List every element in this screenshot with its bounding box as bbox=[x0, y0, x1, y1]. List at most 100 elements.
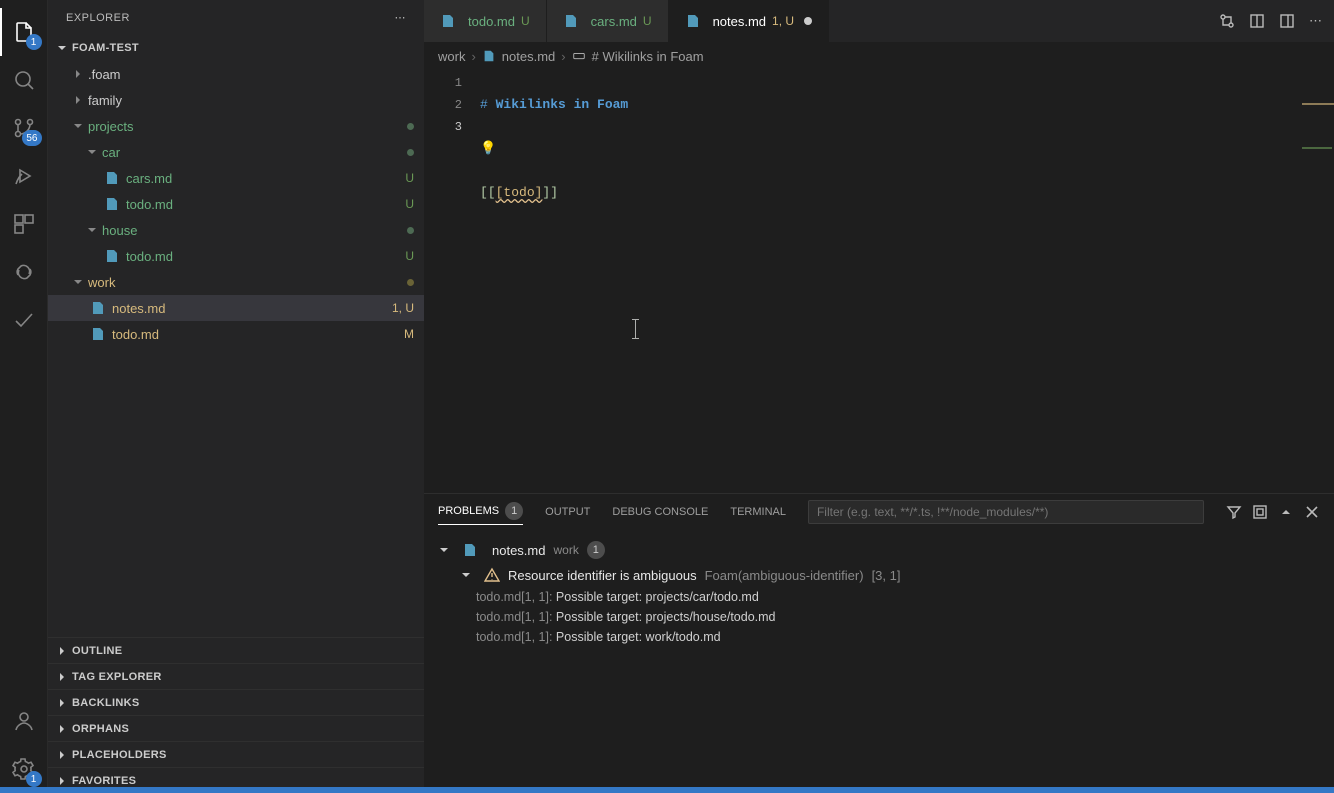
tab-todo[interactable]: todo.md U bbox=[424, 0, 547, 42]
collapse-icon[interactable] bbox=[1252, 504, 1268, 520]
markdown-icon bbox=[104, 248, 120, 264]
md-heading-hash: # bbox=[480, 97, 488, 112]
related-msg: Possible target: projects/car/todo.md bbox=[556, 590, 759, 604]
related-prefix: todo.md[1, 1]: bbox=[476, 630, 556, 644]
search-icon bbox=[12, 68, 36, 92]
section-tag-explorer[interactable]: TAG EXPLORER bbox=[48, 663, 424, 689]
section-backlinks[interactable]: BACKLINKS bbox=[48, 689, 424, 715]
file-work-todo[interactable]: todo.md M bbox=[48, 321, 424, 347]
folder-car[interactable]: car bbox=[48, 139, 424, 165]
folder-label: house bbox=[102, 223, 407, 238]
section-orphans[interactable]: ORPHANS bbox=[48, 715, 424, 741]
chevron-right-icon bbox=[70, 66, 86, 82]
badge: 56 bbox=[22, 130, 41, 146]
folder-foam[interactable]: .foam bbox=[48, 61, 424, 87]
chevron-right-icon: › bbox=[471, 49, 475, 64]
activity-account[interactable] bbox=[0, 697, 48, 745]
preview-icon[interactable] bbox=[1249, 13, 1265, 29]
problem-file-row[interactable]: notes.md work 1 bbox=[436, 537, 1322, 563]
breadcrumb-folder[interactable]: work bbox=[438, 49, 465, 64]
line-number: 1 bbox=[424, 72, 480, 94]
panel-tab-debug[interactable]: DEBUG CONSOLE bbox=[612, 506, 708, 518]
markdown-icon bbox=[685, 13, 701, 29]
section-label: OUTLINE bbox=[72, 645, 122, 657]
breadcrumb-file[interactable]: notes.md bbox=[502, 49, 555, 64]
filter-icon[interactable] bbox=[1226, 504, 1242, 520]
status-dot bbox=[407, 279, 414, 286]
chevron-up-icon[interactable] bbox=[1278, 504, 1294, 520]
tab-label: cars.md bbox=[591, 14, 637, 29]
problem-related[interactable]: todo.md[1, 1]: Possible target: projects… bbox=[436, 607, 1322, 627]
chevron-right-icon bbox=[54, 669, 70, 685]
extensions-icon bbox=[12, 212, 36, 236]
file-status: M bbox=[404, 327, 414, 341]
folder-work[interactable]: work bbox=[48, 269, 424, 295]
diff-icon[interactable] bbox=[1219, 13, 1235, 29]
problems-filter-input[interactable] bbox=[808, 500, 1204, 524]
file-label: todo.md bbox=[126, 249, 405, 264]
bulb-icon[interactable]: 💡 bbox=[480, 141, 496, 156]
activity-check[interactable] bbox=[0, 296, 48, 344]
markdown-icon bbox=[440, 13, 456, 29]
problem-related[interactable]: todo.md[1, 1]: Possible target: work/tod… bbox=[436, 627, 1322, 647]
file-notes-md[interactable]: notes.md 1, U bbox=[48, 295, 424, 321]
section-label: BACKLINKS bbox=[72, 697, 139, 709]
activity-explorer[interactable]: 1 bbox=[0, 8, 48, 56]
activity-extensions[interactable] bbox=[0, 200, 48, 248]
tab-notes[interactable]: notes.md 1, U bbox=[669, 0, 830, 42]
chevron-down-icon bbox=[70, 118, 86, 134]
chevron-right-icon: › bbox=[561, 49, 565, 64]
problem-count: 1 bbox=[587, 541, 605, 559]
chevron-down-icon bbox=[54, 40, 70, 56]
more-icon[interactable]: ⋯ bbox=[1309, 13, 1322, 29]
panel-tab-output[interactable]: OUTPUT bbox=[545, 506, 590, 518]
file-cars-md[interactable]: cars.md U bbox=[48, 165, 424, 191]
more-icon[interactable]: ⋯ bbox=[395, 11, 407, 24]
status-bar bbox=[0, 787, 1334, 793]
line-number: 3 bbox=[424, 116, 480, 138]
folder-house[interactable]: house bbox=[48, 217, 424, 243]
markdown-icon bbox=[482, 49, 496, 63]
activity-search[interactable] bbox=[0, 56, 48, 104]
activity-settings[interactable]: 1 bbox=[0, 745, 48, 793]
file-house-todo[interactable]: todo.md U bbox=[48, 243, 424, 269]
activity-debug[interactable] bbox=[0, 152, 48, 200]
file-status: 1, U bbox=[392, 301, 414, 315]
markdown-icon bbox=[563, 13, 579, 29]
tab-label: notes.md bbox=[713, 14, 766, 29]
tab-label: todo.md bbox=[468, 14, 515, 29]
folder-root-header[interactable]: FOAM-TEST bbox=[48, 35, 424, 61]
problems-count: 1 bbox=[505, 502, 523, 520]
tab-status: U bbox=[521, 14, 530, 28]
section-outline[interactable]: OUTLINE bbox=[48, 637, 424, 663]
activity-foam[interactable] bbox=[0, 248, 48, 296]
markdown-icon bbox=[90, 326, 106, 342]
wikilink-target: [todo] bbox=[496, 185, 543, 200]
file-car-todo[interactable]: todo.md U bbox=[48, 191, 424, 217]
panel-tab-terminal[interactable]: TERMINAL bbox=[730, 506, 786, 518]
markdown-icon bbox=[90, 300, 106, 316]
folder-family[interactable]: family bbox=[48, 87, 424, 113]
panel-tab-problems[interactable]: PROBLEMS 1 bbox=[438, 502, 523, 525]
activity-scm[interactable]: 56 bbox=[0, 104, 48, 152]
section-placeholders[interactable]: PLACEHOLDERS bbox=[48, 741, 424, 767]
status-dot bbox=[407, 227, 414, 234]
problem-message: Resource identifier is ambiguous bbox=[508, 568, 697, 583]
markdown-icon bbox=[462, 542, 478, 558]
breadcrumb-symbol[interactable]: # Wikilinks in Foam bbox=[592, 49, 704, 64]
section-label: FAVORITES bbox=[72, 775, 136, 787]
tab-cars[interactable]: cars.md U bbox=[547, 0, 669, 42]
problem-item[interactable]: Resource identifier is ambiguous Foam(am… bbox=[436, 563, 1322, 587]
folder-label: work bbox=[88, 275, 407, 290]
badge: 1 bbox=[26, 771, 42, 787]
minimap[interactable] bbox=[1240, 70, 1320, 82]
close-icon[interactable] bbox=[1304, 504, 1320, 520]
md-heading-text: Wikilinks in Foam bbox=[488, 97, 628, 112]
file-status: U bbox=[405, 171, 414, 185]
folder-projects[interactable]: projects bbox=[48, 113, 424, 139]
editor[interactable]: # Wikilinks in Foam 💡 [[[todo]]] bbox=[480, 70, 1334, 493]
status-dot bbox=[407, 149, 414, 156]
split-icon[interactable] bbox=[1279, 13, 1295, 29]
file-label: notes.md bbox=[112, 301, 392, 316]
problem-related[interactable]: todo.md[1, 1]: Possible target: projects… bbox=[436, 587, 1322, 607]
